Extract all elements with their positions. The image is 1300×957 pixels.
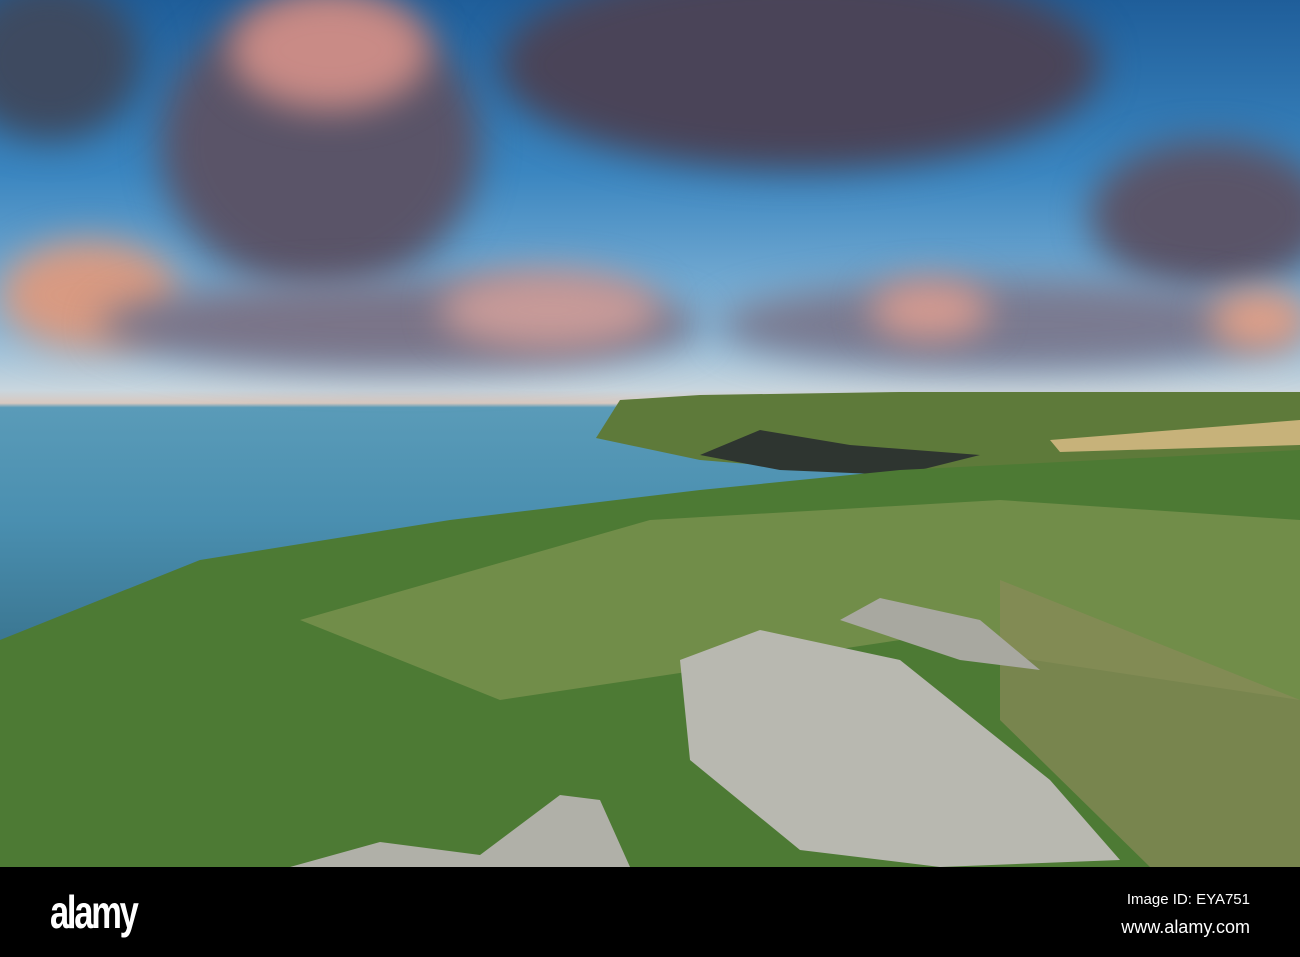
coastal-landscape-photo [0,0,1300,867]
landscape [0,392,1300,867]
watermark-bar: alamy Image ID: EYA751 www.alamy.com [0,867,1300,957]
alamy-logo: alamy [50,886,139,938]
image-id: Image ID: EYA751 [1126,891,1250,908]
site-url: www.alamy.com [1121,917,1250,937]
